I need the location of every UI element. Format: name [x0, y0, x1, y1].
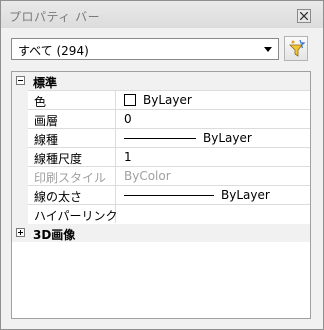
object-filter-dropdown[interactable]: すべて (294): [11, 38, 279, 60]
category-general[interactable]: 標準: [12, 72, 310, 90]
property-name-cell: 線の太さ: [28, 186, 116, 204]
expand-icon[interactable]: [16, 228, 25, 237]
quick-select-button[interactable]: [284, 36, 308, 61]
row-gutter: [12, 166, 28, 186]
property-value: 1: [124, 150, 132, 164]
property-name: 線種: [34, 133, 59, 147]
category-3d-label: 3D画像: [33, 228, 76, 242]
property-value-cell[interactable]: ByLayer: [117, 129, 309, 147]
color-swatch: [124, 94, 136, 106]
row-gutter: [12, 90, 28, 110]
property-row-hyperlink[interactable]: ハイパーリンク: [12, 204, 310, 224]
lineweight-sample: [124, 195, 214, 196]
property-row-linetype[interactable]: 線種 ByLayer: [12, 128, 310, 148]
property-value-cell: ByColor: [117, 167, 309, 185]
linetype-sample: [124, 138, 196, 139]
row-gutter: [12, 204, 28, 224]
property-value-cell[interactable]: 1: [117, 148, 309, 166]
property-name: 色: [34, 95, 47, 109]
property-value: 0: [124, 112, 132, 126]
property-row-layer[interactable]: 画層 0: [12, 109, 310, 129]
property-row-color[interactable]: 色 ByLayer: [12, 90, 310, 110]
row-gutter: [12, 185, 28, 205]
property-name: ハイパーリンク: [34, 209, 118, 223]
property-value: ByColor: [124, 169, 171, 183]
property-value: ByLayer: [203, 131, 252, 145]
property-value-cell[interactable]: ByLayer: [117, 91, 309, 109]
property-value-cell[interactable]: 0: [117, 110, 309, 128]
property-name-cell: 印刷スタイル: [28, 167, 116, 185]
property-name: 画層: [34, 114, 59, 128]
row-gutter: [12, 128, 28, 148]
property-value: ByLayer: [221, 188, 270, 202]
property-name: 線の太さ: [34, 190, 83, 204]
property-name-cell: 線種: [28, 129, 116, 147]
properties-palette: プロパティ バー すべて (294) 標準 色 ByLayer 画層 0 線種 …: [0, 0, 324, 330]
close-button[interactable]: [297, 9, 311, 23]
property-row-lineweight[interactable]: 線の太さ ByLayer: [12, 185, 310, 205]
property-row-plot-style: 印刷スタイル ByColor: [12, 166, 310, 186]
category-general-label: 標準: [33, 76, 58, 90]
property-value-cell[interactable]: ByLayer: [117, 186, 309, 204]
object-filter-value: すべて (294): [18, 44, 89, 58]
close-icon: [300, 12, 308, 20]
property-name-cell: ハイパーリンク: [28, 205, 118, 223]
property-grid: 標準 色 ByLayer 画層 0 線種 ByLayer 線種尺度 1 印刷スタ…: [11, 71, 311, 319]
row-gutter: [12, 147, 28, 167]
category-3d-visualization[interactable]: 3D画像: [12, 224, 310, 242]
window-title: プロパティ バー: [9, 10, 101, 24]
quick-select-icon: [289, 40, 305, 57]
collapse-icon[interactable]: [16, 76, 25, 85]
property-row-linetype-scale[interactable]: 線種尺度 1: [12, 147, 310, 167]
row-gutter: [12, 109, 28, 129]
property-name: 印刷スタイル: [34, 171, 107, 185]
property-name-cell: 線種尺度: [28, 148, 116, 166]
chevron-down-icon: [264, 47, 272, 52]
property-name-cell: 色: [28, 91, 116, 109]
property-value-cell[interactable]: [117, 205, 309, 223]
property-name-cell: 画層: [28, 110, 116, 128]
title-bar[interactable]: プロパティ バー: [1, 1, 323, 28]
property-value: ByLayer: [143, 93, 192, 107]
property-name: 線種尺度: [34, 152, 83, 166]
